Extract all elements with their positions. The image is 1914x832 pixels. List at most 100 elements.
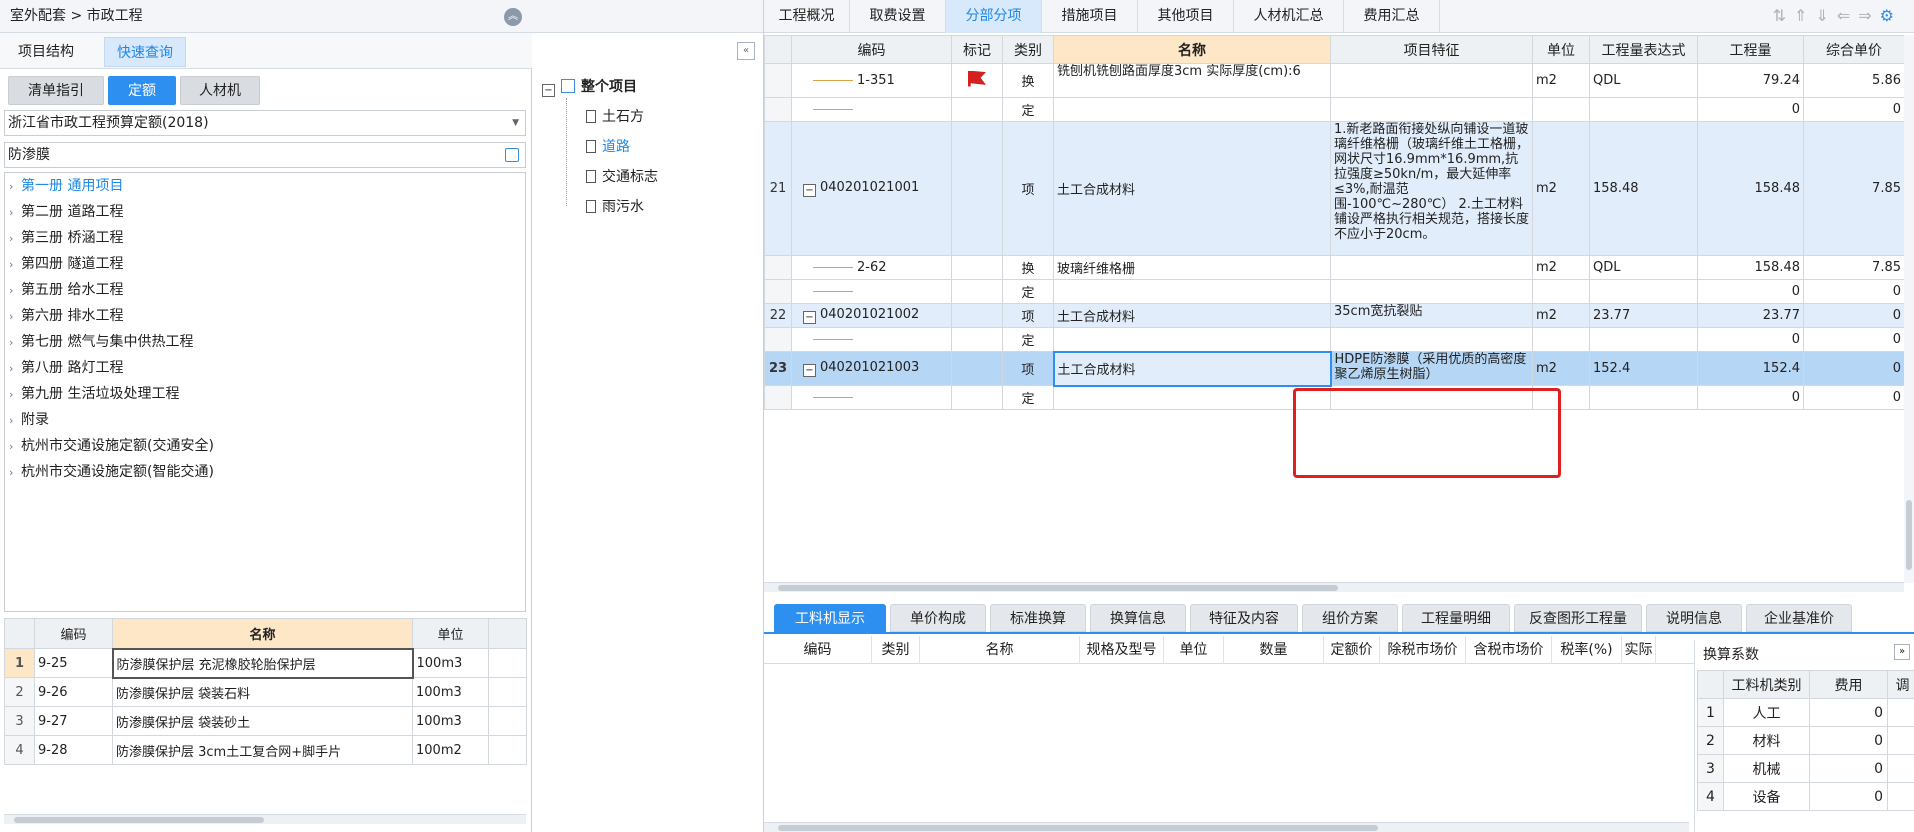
bottom-tab[interactable]: 换算信息 (1090, 604, 1186, 632)
resource-col-header[interactable]: 税率(%) (1552, 636, 1622, 664)
tree-node-earthwork[interactable]: 土石方 (586, 106, 644, 128)
chevron-right-icon[interactable]: › (9, 200, 21, 226)
quota-row[interactable]: 4 9-28 防渗膜保护层 3cm土工复合网+脚手片 100m2 (4, 735, 527, 765)
tree-node-drainage[interactable]: 雨污水 (586, 196, 644, 218)
unit-cell[interactable]: m2 (1532, 351, 1590, 386)
col-unit[interactable]: 单位 (412, 618, 489, 649)
move-down-icon[interactable]: ⇓ (1815, 6, 1836, 25)
code-cell[interactable]: −040201021003 (791, 351, 952, 386)
mark-cell[interactable] (951, 327, 1003, 352)
col-type[interactable]: 类别 (1002, 35, 1054, 64)
resource-col-header[interactable]: 类别 (872, 636, 920, 664)
chevron-right-icon[interactable]: › (9, 226, 21, 252)
col-quantity[interactable]: 工程量 (1697, 35, 1804, 64)
expression-cell[interactable]: 158.48 (1589, 121, 1698, 256)
bottom-tab[interactable]: 标准换算 (990, 604, 1086, 632)
resource-col-header[interactable]: 数量 (1224, 636, 1324, 664)
expression-cell[interactable] (1589, 97, 1698, 122)
chevron-right-icon[interactable]: › (9, 174, 21, 200)
quota-tree-item[interactable]: › 第九册 生活垃圾处理工程 (5, 381, 525, 407)
arrow-left-icon[interactable]: ⇐ (1837, 6, 1858, 25)
code-cell[interactable]: −040201021002 (791, 303, 952, 328)
tab-other-items[interactable]: 其他项目 (1138, 0, 1234, 33)
conversion-adjust[interactable] (1887, 726, 1914, 755)
name-cell[interactable]: 玻璃纤维格栅 (1053, 255, 1331, 280)
col-feature[interactable]: 项目特征 (1330, 35, 1533, 64)
resource-col-header[interactable]: 实际 (1622, 636, 1656, 664)
unit-cell[interactable]: m2 (1532, 121, 1590, 256)
feature-cell[interactable]: 1.新老路面衔接处纵向铺设一道玻璃纤维格栅（玻璃纤维土工格栅，网状尺寸16.9m… (1330, 121, 1533, 256)
expression-cell[interactable]: 152.4 (1589, 351, 1698, 386)
unit-cell[interactable]: m2 (1532, 63, 1590, 98)
mark-cell[interactable] (951, 303, 1003, 328)
collapse-icon[interactable]: − (803, 364, 816, 377)
grid-row[interactable]: 23−040201021003 项土工合成材料 HDPE防渗膜（采用优质的高密度聚乙… (764, 350, 1905, 387)
chevron-right-icon[interactable]: › (9, 408, 21, 434)
feature-cell[interactable] (1330, 327, 1533, 352)
quota-tree-item[interactable]: › 第六册 排水工程 (5, 303, 525, 329)
col-name[interactable]: 名称 (1053, 35, 1331, 64)
conversion-row[interactable]: 2 材料 0 (1697, 726, 1914, 755)
quota-name[interactable]: 防渗膜保护层 袋装砂土 (112, 706, 413, 736)
conversion-value[interactable]: 0 (1809, 726, 1888, 755)
subtab-quota[interactable]: 定额 (108, 76, 176, 105)
chevron-right-icon[interactable]: › (9, 304, 21, 330)
feature-cell[interactable] (1330, 279, 1533, 304)
chevron-right-icon[interactable]: › (9, 382, 21, 408)
expression-cell[interactable] (1589, 385, 1698, 410)
chevron-right-icon[interactable]: › (9, 460, 21, 486)
unit-cell[interactable]: m2 (1532, 303, 1590, 328)
bottom-tab[interactable]: 反查图形工程量 (1514, 604, 1642, 632)
expand-right-icon[interactable]: » (1894, 644, 1910, 660)
tab-labor-summary[interactable]: 人材机汇总 (1234, 0, 1344, 33)
arrow-right-icon[interactable]: ⇒ (1858, 6, 1879, 25)
unit-cell[interactable] (1532, 279, 1590, 304)
chevron-down-icon[interactable]: ▼ (512, 111, 519, 135)
col-name[interactable]: 名称 (112, 618, 413, 649)
tab-quick-query[interactable]: 快速查询 (104, 37, 186, 67)
settings-icon[interactable]: ⚙ (1880, 6, 1902, 25)
quota-name[interactable]: 防渗膜保护层 3cm土工复合网+脚手片 (112, 735, 413, 765)
bottom-tab[interactable]: 说明信息 (1646, 604, 1742, 632)
col-unit[interactable]: 单位 (1532, 35, 1590, 64)
scrollbar-thumb[interactable] (14, 817, 264, 823)
mark-cell[interactable] (951, 255, 1003, 280)
expression-cell[interactable] (1589, 279, 1698, 304)
chevron-right-icon[interactable]: › (9, 278, 21, 304)
grid-row[interactable]: 1-351 换铣刨机铣刨路面厚度3cm 实际厚度(cm):6 m2 QDL 79.24 5… (764, 63, 1905, 98)
grid-row[interactable]: 定 00 (764, 279, 1905, 304)
resource-col-header[interactable]: 编码 (764, 636, 872, 664)
search-input[interactable]: 防渗膜 (4, 142, 526, 168)
quota-row[interactable]: 3 9-27 防渗膜保护层 袋装砂土 100m3 (4, 706, 527, 736)
grid-row[interactable]: 定 00 (764, 97, 1905, 122)
feature-cell[interactable]: 35cm宽抗裂贴 (1330, 303, 1533, 328)
mark-cell[interactable] (951, 279, 1003, 304)
col-mark[interactable]: 标记 (951, 35, 1003, 64)
resource-col-header[interactable]: 规格及型号 (1080, 636, 1164, 664)
resource-col-header[interactable]: 单位 (1164, 636, 1224, 664)
chevron-right-icon[interactable]: › (9, 330, 21, 356)
expression-cell[interactable]: 23.77 (1589, 303, 1698, 328)
collapse-up-icon[interactable]: ︽ (504, 8, 522, 26)
resource-col-header[interactable]: 定额价 (1324, 636, 1380, 664)
collapse-icon[interactable]: − (803, 184, 816, 197)
expression-cell[interactable] (1589, 327, 1698, 352)
col-expression[interactable]: 工程量表达式 (1589, 35, 1698, 64)
tab-project-structure[interactable]: 项目结构 (6, 37, 86, 67)
conversion-adjust[interactable] (1887, 782, 1914, 811)
code-cell[interactable] (791, 279, 952, 304)
quota-tree-item[interactable]: › 杭州市交通设施定额(交通安全) (5, 433, 525, 459)
quota-select[interactable]: 浙江省市政工程预算定额(2018) ▼ (4, 110, 526, 136)
quota-tree-item[interactable]: › 第三册 桥涵工程 (5, 225, 525, 251)
grid-horizontal-scrollbar[interactable] (764, 582, 1904, 592)
quota-row[interactable]: 2 9-26 防渗膜保护层 袋装石料 100m3 (4, 677, 527, 707)
tab-fee-settings[interactable]: 取费设置 (850, 0, 946, 33)
bottom-tab[interactable]: 工程量明细 (1402, 604, 1510, 632)
collapse-left-icon[interactable]: « (737, 42, 755, 60)
conversion-adjust[interactable] (1887, 698, 1914, 727)
name-cell[interactable] (1053, 327, 1331, 352)
conversion-value[interactable]: 0 (1809, 782, 1888, 811)
quota-tree-item[interactable]: › 杭州市交通设施定额(智能交通) (5, 459, 525, 485)
mark-cell[interactable] (951, 63, 1003, 98)
scrollbar-thumb[interactable] (1906, 500, 1912, 570)
